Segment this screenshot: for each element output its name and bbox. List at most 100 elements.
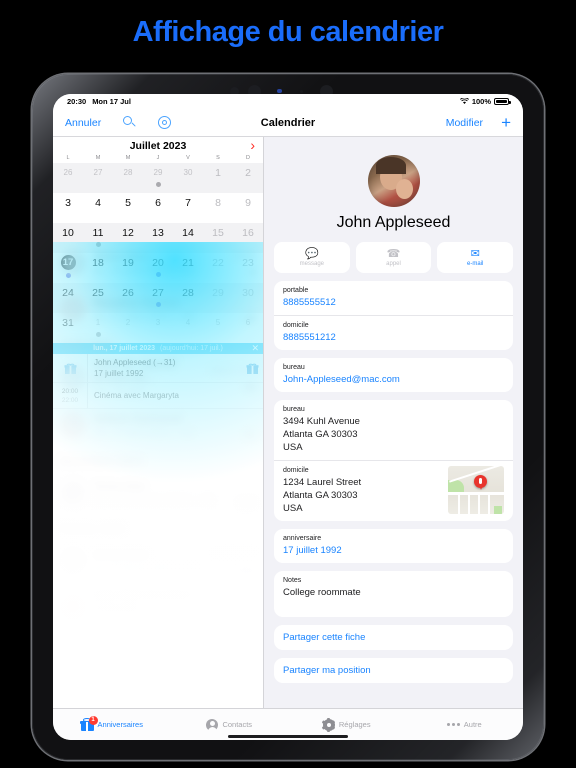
day-number: 13 [152,227,164,239]
tab-label: Réglages [338,720,371,729]
calendar-day-2[interactable]: 2 [233,163,263,193]
birthday-section-header: Février 2024 [60,523,125,536]
day-of-week-2: M [125,155,131,161]
share-location-card[interactable]: Partager ma position [274,658,513,683]
address-field-home[interactable]: domicile 1234 Laurel Street Atlanta GA 3… [274,460,513,521]
message-button[interactable]: 💬 message [274,242,350,273]
field-value[interactable]: 17 juillet 1992 [283,544,504,557]
notes-field[interactable]: Notes College roommate [274,571,513,605]
call-label: appel [386,260,401,267]
calendar-week-row: 26 27 28 29 30 1 2 [53,163,263,193]
birthday-date: jeu. 15 février 2002 (→22) [93,562,199,573]
calendar-day-3[interactable]: 3 [53,193,83,223]
phone-field-home[interactable]: domicile 8885551212 [274,315,513,350]
calendar-day-5[interactable]: 5 [113,193,143,223]
share-contact-card[interactable]: Partager cette fiche [274,625,513,650]
birthday-name: Hank M. Zakroff (Financial... [93,358,177,385]
birthday-name: Anna Haro [93,548,150,561]
home-indicator[interactable] [228,735,348,738]
calendar-day-7[interactable]: 7 [173,193,203,223]
birthday-date: jeu. 27 juillet 2005 (→18) [93,310,195,322]
birthday-days: 3 [249,266,256,280]
field-value[interactable]: 8885555512 [283,296,504,309]
field-label: domicile [283,322,309,329]
birthday-list-item[interactable]: Kate Bell (Creative Consulti... mar. 20 f… [53,584,263,632]
message-icon: 💬 [304,247,319,260]
edit-button[interactable]: Modifier [446,117,483,129]
gear-icon[interactable] [158,116,172,129]
birthday-list-item[interactable]: Selena Garmond dim. 27 août 2002 (→21) 41 [53,402,263,448]
share-location-button[interactable]: Partager ma position [274,658,513,683]
calendar-day-6[interactable]: 6 [143,193,173,223]
calendar-day-30[interactable]: 30 [173,163,203,193]
call-button[interactable]: ☎ appel [355,242,432,273]
share-contact-button[interactable]: Partager cette fiche [274,625,513,650]
chevron-right-icon[interactable]: › [250,138,255,152]
phone-field-mobile[interactable]: portable 8885555512 [274,281,513,315]
birthday-days: 213 [237,564,256,578]
notes-card[interactable]: Notes College roommate [274,571,513,617]
calendar-day-1[interactable]: 1 [203,163,233,193]
calendar-day-29[interactable]: 29 [143,163,173,193]
email-field-work[interactable]: bureau John-Appleseed@mac.com [274,358,513,392]
tab-autre[interactable]: Autre [406,720,524,729]
field-label: domicile [283,467,309,474]
day-of-week-header: LMMJVSD [53,154,263,163]
day-number: 15 [212,227,224,239]
search-icon[interactable] [123,116,136,129]
birthday-list-item[interactable]: Hank M. Zakroff (Financial... mer. 16 aoû… [53,354,263,402]
calendar-day-28[interactable]: 28 [113,163,143,193]
status-time: 20:30 [67,97,87,106]
field-value[interactable]: 8885551212 [283,331,504,344]
tab-anniversaires[interactable]: 1 Anniversaires [53,715,171,731]
tab-label: Anniversaires [97,720,143,729]
contact-actions: 💬 message ☎ appel ✉ e-mail [274,242,514,273]
email-button[interactable]: ✉ e-mail [437,242,514,273]
birthday-date: jeu. 30 novembre 2000 (→23) [93,494,215,505]
birthday-tag: Affaires, Amis [209,365,256,376]
calendar-day-26[interactable]: 26 [53,163,83,193]
day-number: 7 [185,197,191,209]
birthday-list-item[interactable]: Anna Gee jeu. 30 novembre 2000 (→23) 136 [53,470,263,516]
calendar-day-8[interactable]: 8 [203,193,233,223]
calendar-day-4[interactable]: 4 [83,193,113,223]
calendar-day-9[interactable]: 9 [233,193,263,223]
birthday-tag: Famille, Fête [212,548,256,558]
birthday-list-item[interactable]: David Taylor Amis 334 [53,654,263,700]
cancel-button[interactable]: Annuler [65,117,101,129]
day-number: 29 [153,168,163,177]
calendar-day-27[interactable]: 27 [83,163,113,193]
sensor-icon [277,89,282,93]
birthday-date: mar. 20 février 1995 (→29) [93,616,202,627]
day-number: 12 [122,227,134,239]
add-button[interactable]: + [501,114,511,131]
field-value: College roommate [283,587,361,598]
birthday-days: 218 [237,612,256,625]
birthday-tag: Famille [231,250,256,260]
avatar [60,547,87,575]
birthday-name: Paradise Easton [93,296,180,309]
tab-label: Autre [463,720,482,729]
address-line-1: 1234 Laurel Street [283,477,362,488]
birthday-list-item[interactable]: Anna Haro jeu. 15 février 2002 (→22) Famil… [53,538,263,584]
calendar-pane: Juillet 2023 › LMMJVSD 26 27 28 29 30 1 2 3 4 5 6 7… [53,137,264,708]
phone-card: portable 8885555512 domicile 8885551212 [274,281,513,350]
address-field-work[interactable]: bureau 3494 Kuhl Avenue Atlanta GA 30303… [274,400,513,460]
event-dot [155,182,161,187]
field-label: bureau [283,364,305,371]
avatar [60,364,87,392]
field-value[interactable]: John-Appleseed@mac.com [283,373,504,386]
birthday-list-blurred[interactable]: Anna Haro jeu. 20 juillet 2000 (→23) Famil… [53,242,263,708]
birthday-list-item[interactable]: Anna Haro jeu. 20 juillet 2000 (→23) Famil… [53,242,263,286]
day-number: 8 [215,197,221,209]
day-number: 10 [62,227,74,239]
map-thumbnail[interactable] [448,466,504,514]
birthday-list-item[interactable]: Paradise Easton jeu. 27 juillet 2005 (→18… [53,286,263,332]
birthday-days: 30 [243,382,256,395]
tab-contacts[interactable]: Contacts [171,718,289,732]
tab-reglages[interactable]: Réglages [288,717,406,732]
address-line-1: 3494 Kuhl Avenue [283,416,360,427]
birthday-field[interactable]: anniversaire 17 juillet 1992 [274,529,513,563]
avatar[interactable] [367,155,420,207]
birthday-name: Kate Bell (Creative Consulti... [93,589,192,615]
